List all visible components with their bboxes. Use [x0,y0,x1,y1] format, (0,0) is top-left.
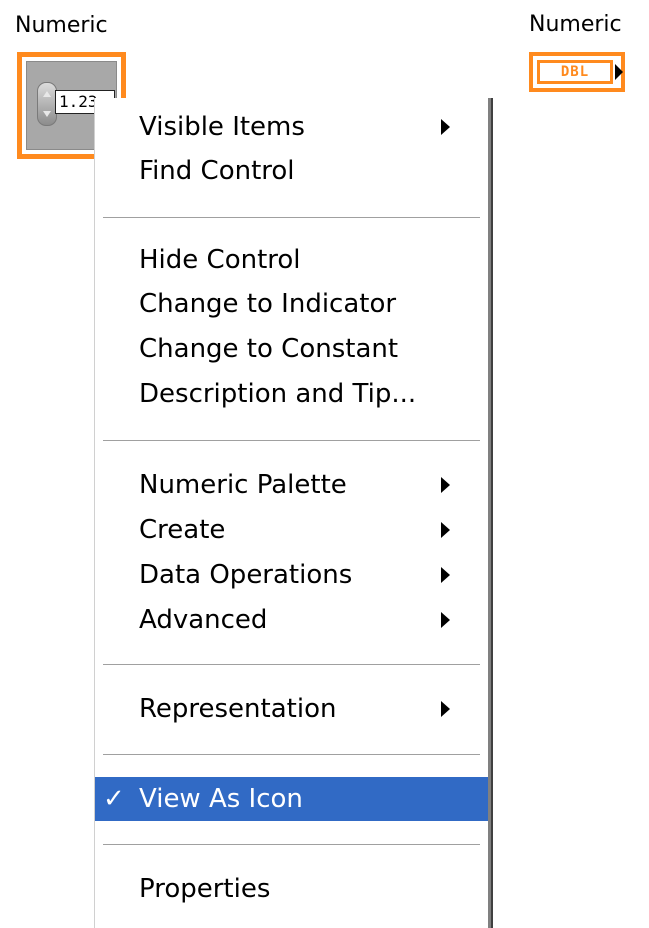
menu-item-label: Change to Indicator [139,289,397,319]
submenu-arrow-icon [441,119,450,135]
terminal-type-badge: DBL [537,60,613,84]
menu-item-numeric-palette[interactable]: Numeric Palette [95,463,488,507]
menu-item-description-and-tip[interactable]: Description and Tip... [95,372,488,416]
menu-item-label: Visible Items [139,112,305,142]
menu-item-data-operations[interactable]: Data Operations [95,553,488,597]
menu-item-view-as-icon[interactable]: ✓ View As Icon [95,777,488,821]
menu-item-label: Properties [139,874,271,904]
menu-item-properties[interactable]: Properties [95,867,488,911]
menu-item-label: Description and Tip... [139,379,417,409]
submenu-arrow-icon [441,701,450,717]
menu-item-label: Advanced [139,605,268,635]
menu-item-advanced[interactable]: Advanced [95,598,488,642]
menu-separator [103,440,480,442]
submenu-arrow-icon [441,477,450,493]
menu-item-label: Numeric Palette [139,470,347,500]
menu-separator [103,754,480,756]
menu-item-label: Create [139,515,226,545]
menu-item-label: Hide Control [139,245,301,275]
menu-item-visible-items[interactable]: Visible Items [95,105,488,149]
menu-item-change-to-constant[interactable]: Change to Constant [95,327,488,371]
submenu-arrow-icon [441,522,450,538]
menu-item-change-to-indicator[interactable]: Change to Indicator [95,282,488,326]
menu-item-label: Data Operations [139,560,353,590]
submenu-arrow-icon [441,567,450,583]
checkmark-icon: ✓ [103,784,125,814]
menu-item-label: View As Icon [139,784,303,814]
menu-separator [103,844,480,846]
menu-item-create[interactable]: Create [95,508,488,552]
menu-item-representation[interactable]: Representation [95,687,488,731]
menu-separator [103,664,480,666]
menu-item-label: Change to Constant [139,334,399,364]
terminal-output-arrow-icon [615,64,623,80]
menu-item-label: Representation [139,694,337,724]
numeric-terminal[interactable]: DBL [529,52,625,92]
menu-item-label: Find Control [139,156,295,186]
terminal-label: Numeric [529,12,622,37]
context-menu: Visible Items Find Control Hide Control … [94,98,488,928]
menu-item-hide-control[interactable]: Hide Control [95,238,488,282]
submenu-arrow-icon [441,612,450,628]
menu-separator [103,217,480,219]
front-panel-label: Numeric [15,13,108,38]
menu-item-find-control[interactable]: Find Control [95,149,488,193]
increment-decrement-icon[interactable] [37,82,57,126]
